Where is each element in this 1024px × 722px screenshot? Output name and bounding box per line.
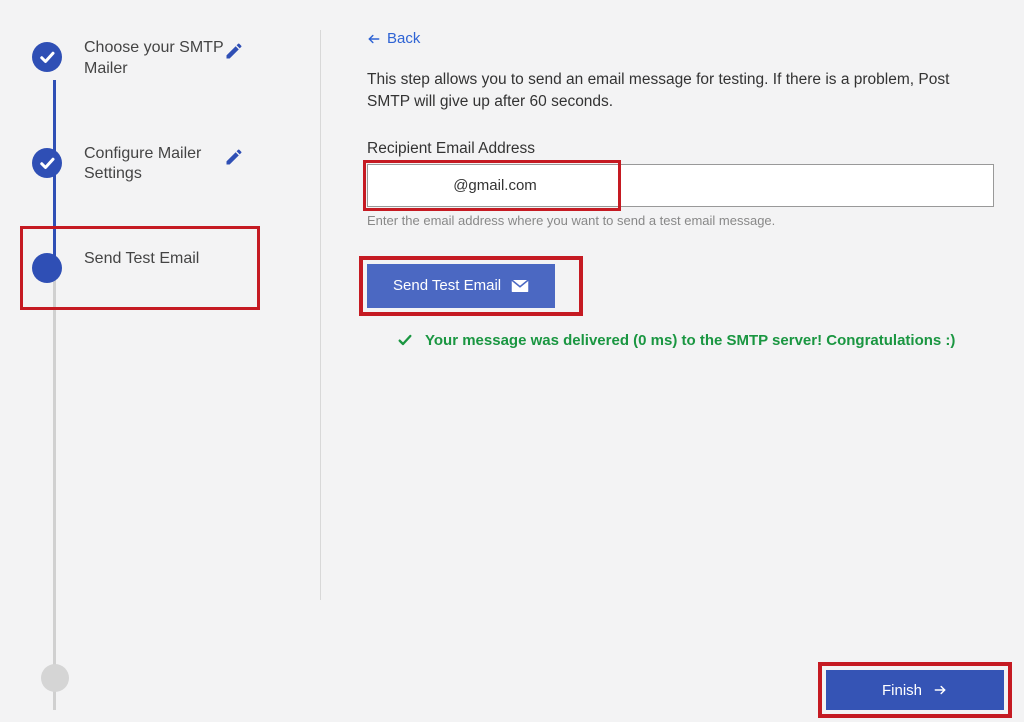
main-content: Back This step allows you to send an ema…: [331, 30, 1014, 712]
step-label: Send Test Email: [84, 249, 224, 270]
send-test-email-button-label: Send Test Email: [393, 277, 501, 294]
wizard-step-configure-mailer[interactable]: Configure Mailer Settings: [22, 136, 320, 194]
step-label: Choose your SMTP Mailer: [84, 38, 224, 80]
send-test-email-button[interactable]: Send Test Email: [367, 264, 555, 308]
step-label: Configure Mailer Settings: [84, 144, 224, 186]
success-message-text: Your message was delivered (0 ms) to the…: [425, 332, 955, 349]
back-link-label: Back: [387, 30, 420, 47]
wizard-step-smtp-mailer[interactable]: Choose your SMTP Mailer: [22, 30, 320, 88]
vertical-divider: [320, 30, 321, 600]
pencil-icon[interactable]: [224, 41, 244, 66]
mail-icon: [511, 279, 529, 293]
check-icon: [32, 148, 62, 178]
wizard-step-send-test-email[interactable]: Send Test Email: [22, 241, 320, 291]
recipient-email-label: Recipient Email Address: [367, 140, 994, 158]
check-icon: [32, 42, 62, 72]
recipient-email-input[interactable]: [367, 164, 994, 207]
success-message: Your message was delivered (0 ms) to the…: [397, 332, 994, 349]
arrow-right-icon: [932, 683, 948, 697]
current-step-dot-icon: [32, 253, 62, 283]
step-end-dot-icon: [41, 660, 69, 692]
finish-button-label: Finish: [882, 682, 922, 699]
arrow-left-icon: [367, 32, 381, 46]
check-icon: [397, 332, 413, 348]
step-description: This step allows you to send an email me…: [367, 69, 987, 114]
pencil-icon[interactable]: [224, 147, 244, 172]
finish-button[interactable]: Finish: [826, 670, 1004, 710]
back-link[interactable]: Back: [367, 30, 420, 47]
wizard-sidebar: Choose your SMTP Mailer Configure Mailer…: [10, 30, 320, 712]
recipient-email-helper: Enter the email address where you want t…: [367, 213, 994, 228]
